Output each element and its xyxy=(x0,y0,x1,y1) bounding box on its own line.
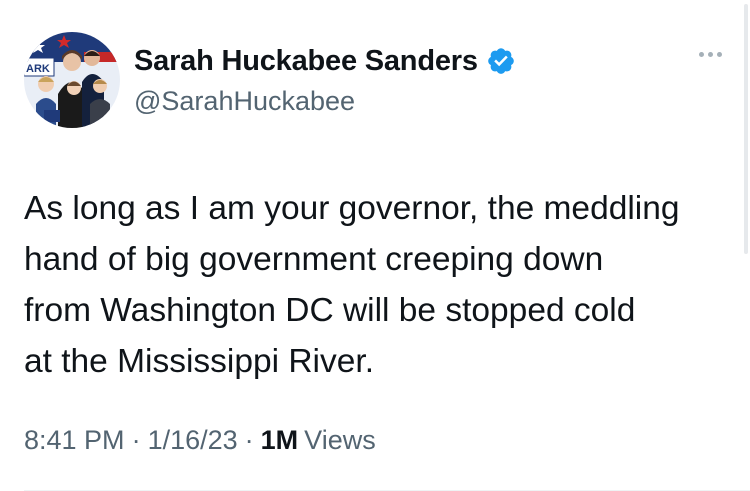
more-dot xyxy=(708,52,713,57)
tweet-meta: 8:41 PM · 1/16/23 · 1M Views xyxy=(24,425,376,456)
author-handle[interactable]: @SarahHuckabee xyxy=(134,86,355,117)
meta-separator: · xyxy=(131,425,141,455)
author-display-name[interactable]: Sarah Huckabee Sanders xyxy=(134,45,478,78)
tweet-text: As long as I am your governor, the meddl… xyxy=(24,190,680,380)
more-options-icon[interactable] xyxy=(699,52,722,57)
scrollbar[interactable] xyxy=(744,4,748,254)
meta-separator: · xyxy=(244,425,254,455)
author-name-row: Sarah Huckabee Sanders xyxy=(134,42,516,80)
tweet-time[interactable]: 8:41 PM xyxy=(24,425,125,456)
more-dot xyxy=(717,52,722,57)
views-label: Views xyxy=(304,425,376,455)
tweet-date[interactable]: 1/16/23 xyxy=(148,425,238,456)
author-avatar[interactable]: ARK xyxy=(24,32,120,128)
views-count[interactable]: 1M xyxy=(261,425,299,456)
more-dot xyxy=(699,52,704,57)
tweet-card: ARK Sarah Huckabee Sanders @SarahHuckabe… xyxy=(0,0,750,491)
avatar-sign-text: ARK xyxy=(26,63,50,75)
family-photo-avatar-icon: ARK xyxy=(24,32,120,128)
verified-badge-icon xyxy=(486,46,516,76)
